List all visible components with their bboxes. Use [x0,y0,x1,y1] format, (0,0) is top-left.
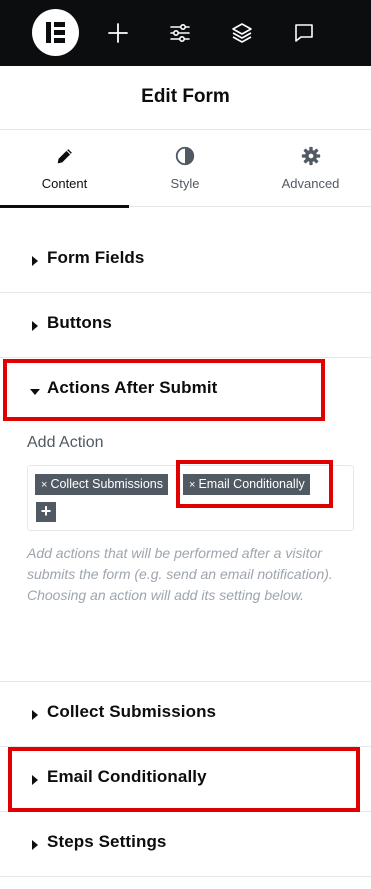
layers-icon[interactable] [230,21,254,45]
caret-right-icon [32,775,38,785]
caret-right-icon [32,710,38,720]
tag-label: Collect Submissions [50,477,163,491]
plus-icon[interactable] [106,21,130,45]
section-email-conditionally[interactable]: Email Conditionally [0,747,371,812]
caret-right-icon [32,256,38,266]
tag-label: Email Conditionally [198,477,305,491]
section-collect-submissions[interactable]: Collect Submissions [0,681,371,747]
tab-content-label: Content [41,176,88,191]
comment-icon[interactable] [292,21,316,45]
remove-tag-icon[interactable]: × [41,479,47,491]
page-title: Edit Form [141,85,230,107]
tab-content[interactable]: Content [0,130,129,208]
tab-style-label: Style [170,176,200,191]
caret-right-icon [32,840,38,850]
add-action-label: Add Action [27,434,104,451]
section-label: Steps Settings [47,832,167,851]
section-actions-after-submit[interactable]: Actions After Submit [0,358,371,422]
section-label: Email Conditionally [47,767,207,786]
tag-email-conditionally: × Email Conditionally [183,474,310,495]
caret-down-icon [30,389,40,395]
panel-tabs: Content Style Advanced [0,130,371,208]
tag-collect-submissions: × Collect Submissions [35,474,168,495]
panel-header: Edit Form [0,66,371,130]
gear-icon [301,146,320,166]
tab-advanced-label: Advanced [281,176,340,191]
section-label: Actions After Submit [47,378,218,397]
section-label: Collect Submissions [47,702,217,721]
help-text: Add actions that will be performed after… [27,545,333,603]
remove-tag-icon[interactable]: × [189,479,195,491]
section-steps-settings[interactable]: Steps Settings [0,812,371,877]
tab-advanced[interactable]: Advanced [250,130,371,207]
section-label: Buttons [47,313,112,332]
elementor-logo-icon[interactable] [32,9,79,56]
add-action-button[interactable]: + [36,502,56,522]
add-action-select[interactable]: × Collect Submissions × Email Conditionall… [27,465,354,531]
tab-style[interactable]: Style [129,130,241,207]
section-buttons[interactable]: Buttons [0,293,371,358]
section-form-fields[interactable]: Form Fields [0,228,371,293]
contrast-icon [175,146,195,166]
section-label: Form Fields [47,248,145,267]
sliders-icon[interactable] [168,21,192,45]
caret-right-icon [32,321,38,331]
pencil-icon [57,149,72,164]
top-toolbar [0,0,371,66]
